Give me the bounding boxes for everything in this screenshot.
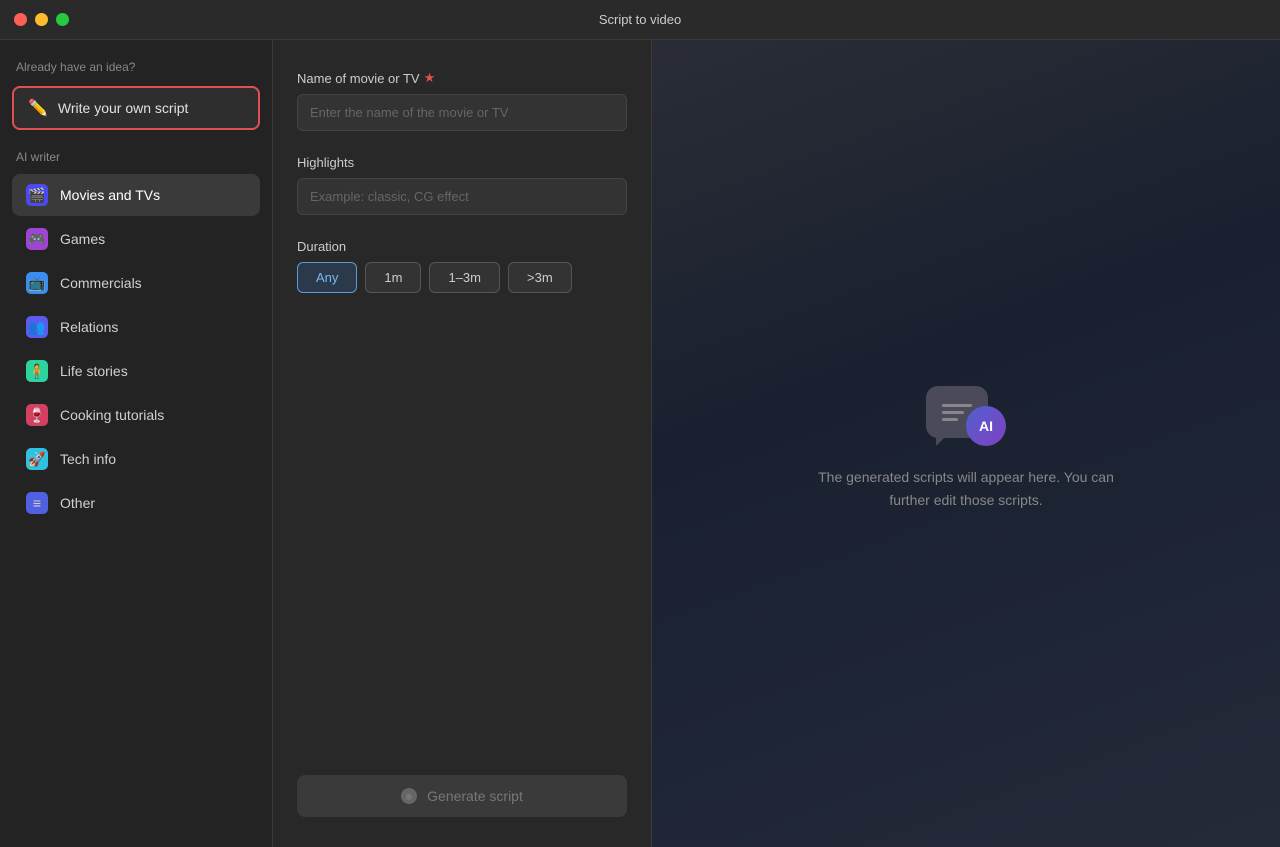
titlebar: Script to video (0, 0, 1280, 40)
highlights-label: Highlights (297, 155, 627, 170)
window-title: Script to video (599, 12, 681, 27)
line-2 (942, 411, 964, 414)
generate-script-button[interactable]: ● Generate script (297, 775, 627, 817)
traffic-lights (14, 13, 69, 26)
app-layout: Already have an idea? ✏️ Write your own … (0, 40, 1280, 847)
relations-icon: 👥 (26, 316, 48, 338)
sidebar-item-tech[interactable]: 🚀 Tech info (12, 438, 260, 480)
other-label: Other (60, 495, 95, 511)
sidebar-item-games[interactable]: 🎮 Games (12, 218, 260, 260)
right-panel: AI The generated scripts will appear her… (652, 40, 1280, 847)
cooking-icon: 🍷 (26, 404, 48, 426)
duration-buttons: Any 1m 1–3m >3m (297, 262, 627, 293)
cooking-label: Cooking tutorials (60, 407, 164, 423)
duration-section: Duration Any 1m 1–3m >3m (297, 239, 627, 293)
sidebar-item-other[interactable]: ≡ Other (12, 482, 260, 524)
write-own-label: Write your own script (58, 100, 188, 116)
sidebar-hint: Already have an idea? (12, 60, 260, 74)
close-button[interactable] (14, 13, 27, 26)
ai-badge: AI (966, 406, 1006, 446)
duration-label: Duration (297, 239, 627, 254)
duration-1m-button[interactable]: 1m (365, 262, 421, 293)
commercials-icon: 📺 (26, 272, 48, 294)
pencil-icon: ✏️ (28, 98, 48, 118)
movies-label: Movies and TVs (60, 187, 160, 203)
duration-1-3m-button[interactable]: 1–3m (429, 262, 500, 293)
line-1 (942, 404, 972, 407)
sidebar-item-movies[interactable]: 🎬 Movies and TVs (12, 174, 260, 216)
line-3 (942, 418, 958, 421)
commercials-label: Commercials (60, 275, 142, 291)
tech-icon: 🚀 (26, 448, 48, 470)
generate-button-area: ● Generate script (297, 775, 627, 817)
spinner-icon: ● (401, 788, 417, 804)
tech-label: Tech info (60, 451, 116, 467)
movies-icon: 🎬 (26, 184, 48, 206)
middle-panel: Name of movie or TV ★ Highlights Duratio… (272, 40, 652, 847)
lifestories-icon: 🧍 (26, 360, 48, 382)
required-star: ★ (424, 70, 436, 86)
generate-label: Generate script (427, 788, 523, 804)
highlights-input[interactable] (297, 178, 627, 215)
minimize-button[interactable] (35, 13, 48, 26)
sidebar: Already have an idea? ✏️ Write your own … (0, 40, 272, 847)
ai-writer-label: AI writer (12, 150, 260, 164)
sidebar-items-list: 🎬 Movies and TVs 🎮 Games 📺 Commercials 👥… (12, 174, 260, 524)
sidebar-item-relations[interactable]: 👥 Relations (12, 306, 260, 348)
games-icon: 🎮 (26, 228, 48, 250)
lifestories-label: Life stories (60, 363, 128, 379)
movie-name-field-group: Name of movie or TV ★ (297, 70, 627, 131)
duration-3m-plus-button[interactable]: >3m (508, 262, 572, 293)
relations-label: Relations (60, 319, 118, 335)
right-panel-placeholder-text: The generated scripts will appear here. … (796, 466, 1136, 511)
sidebar-item-commercials[interactable]: 📺 Commercials (12, 262, 260, 304)
write-own-script-button[interactable]: ✏️ Write your own script (12, 86, 260, 130)
duration-any-button[interactable]: Any (297, 262, 357, 293)
maximize-button[interactable] (56, 13, 69, 26)
highlights-field-group: Highlights (297, 155, 627, 215)
sidebar-item-lifestories[interactable]: 🧍 Life stories (12, 350, 260, 392)
movie-name-label: Name of movie or TV ★ (297, 70, 627, 86)
games-label: Games (60, 231, 105, 247)
sidebar-item-cooking[interactable]: 🍷 Cooking tutorials (12, 394, 260, 436)
movie-name-input[interactable] (297, 94, 627, 131)
ai-icon-container: AI (926, 376, 1006, 446)
other-icon: ≡ (26, 492, 48, 514)
